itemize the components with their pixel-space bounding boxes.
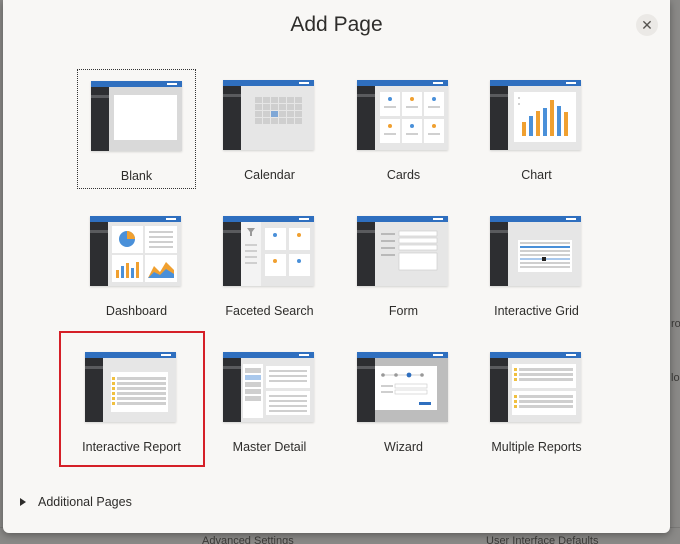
selection-highlight	[59, 331, 205, 467]
tile-faceted-search[interactable]: Faceted Search	[210, 205, 329, 325]
tile-label: Form	[388, 304, 419, 318]
tile-interactive-grid[interactable]: Interactive Grid	[477, 205, 596, 325]
blank-template-icon	[91, 81, 182, 151]
tile-label: Interactive Grid	[494, 304, 579, 318]
tile-label: Cards	[386, 168, 421, 182]
tile-label: Blank	[120, 169, 153, 183]
expand-triangle-icon	[20, 498, 26, 506]
dashboard-template-icon	[90, 216, 181, 286]
master-detail-template-icon	[223, 352, 314, 422]
calendar-template-icon	[223, 80, 314, 150]
tile-blank[interactable]: Blank	[77, 69, 196, 189]
chart-template-icon	[490, 80, 581, 150]
tile-calendar[interactable]: Calendar	[210, 69, 329, 189]
tile-cards[interactable]: Cards	[344, 69, 463, 189]
tile-label: Master Detail	[232, 440, 307, 454]
multiple-reports-template-icon	[490, 352, 581, 422]
wizard-template-icon	[357, 352, 448, 422]
background-ui-defaults: User Interface Defaults	[486, 535, 599, 544]
tile-chart[interactable]: Chart	[477, 69, 596, 189]
faceted-search-template-icon	[223, 216, 314, 286]
tile-wizard[interactable]: Wizard	[344, 341, 463, 461]
tile-label: Calendar	[244, 168, 295, 182]
tile-master-detail[interactable]: Master Detail	[210, 341, 329, 461]
additional-pages-label: Additional Pages	[38, 495, 132, 509]
tile-label: Dashboard	[105, 304, 168, 318]
cards-template-icon	[357, 80, 448, 150]
background-edge-text: lo	[671, 372, 680, 384]
interactive-grid-template-icon	[490, 216, 581, 286]
tile-label: Multiple Reports	[491, 440, 582, 454]
form-template-icon	[357, 216, 448, 286]
tile-label: Faceted Search	[225, 304, 314, 318]
tile-multiple-reports[interactable]: Multiple Reports	[477, 341, 596, 461]
additional-pages-toggle[interactable]: Additional Pages	[20, 495, 132, 509]
tile-label: Wizard	[384, 440, 423, 454]
background-edge-text: ro	[671, 318, 680, 330]
tile-label: Chart	[521, 168, 552, 182]
add-page-dialog: Add Page ✕ Blank Calendar Cards Chart Da…	[3, 0, 670, 533]
background-advanced-settings: Advanced Settings	[202, 535, 294, 544]
tile-form[interactable]: Form	[344, 205, 463, 325]
tile-dashboard[interactable]: Dashboard	[77, 205, 196, 325]
